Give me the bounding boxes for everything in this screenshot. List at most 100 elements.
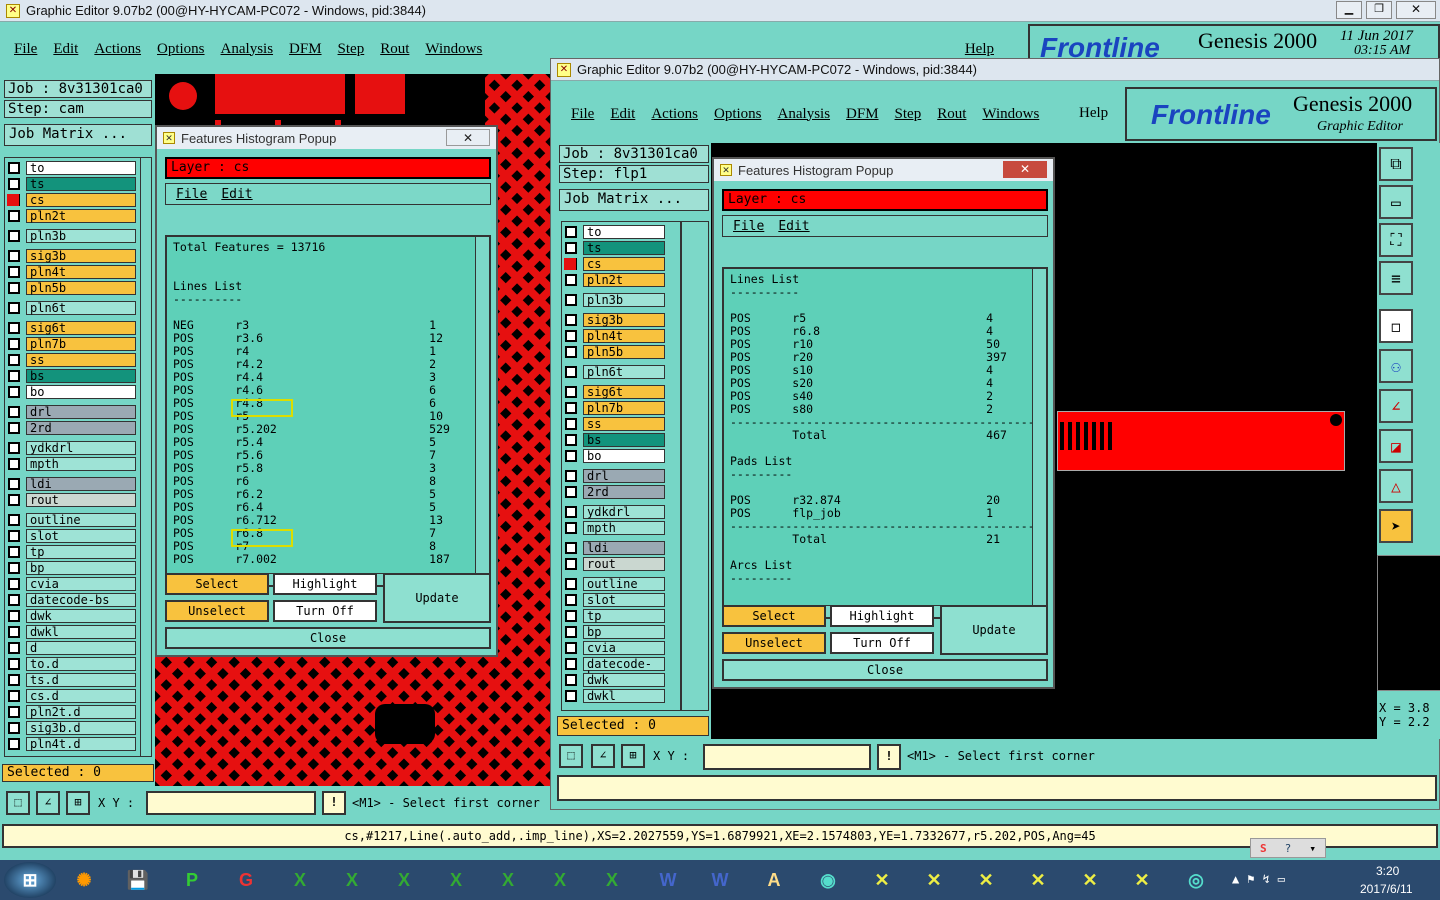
layer-name[interactable]: pln5b xyxy=(26,281,136,295)
layer-name[interactable]: pln6t xyxy=(26,301,136,315)
layer-name[interactable]: dwkl xyxy=(26,625,136,639)
layer-name[interactable]: 2rd xyxy=(26,421,136,435)
taskbar-p-app-icon[interactable]: P xyxy=(172,862,212,898)
layer-name[interactable]: ldi xyxy=(583,541,665,555)
popup-right-highlight-button[interactable]: Highlight xyxy=(830,605,934,627)
layer-name[interactable]: rout xyxy=(583,557,665,571)
popup-left-menu-file[interactable]: File xyxy=(176,187,207,202)
layer-name[interactable]: sig6t xyxy=(583,385,665,399)
layer-row-sig3b.d[interactable]: sig3b.d xyxy=(5,720,141,736)
grid-icon[interactable]: ⊞ xyxy=(66,791,90,815)
layer-name[interactable]: dwkl xyxy=(583,689,665,703)
layer-checkbox[interactable] xyxy=(565,642,577,654)
layer-row-dwkl[interactable]: dwkl xyxy=(5,624,141,640)
popup-left-close-button[interactable]: Close xyxy=(165,627,491,649)
layer-checkbox[interactable] xyxy=(565,674,577,686)
second-xy-input[interactable] xyxy=(703,744,871,770)
zoom-area-icon[interactable]: ⬚ xyxy=(6,791,30,815)
layer-name[interactable]: ss xyxy=(583,417,665,431)
popup-right-listbox[interactable]: Lines List ---------- POS r5 4 POS r6.8 … xyxy=(722,267,1048,619)
taskbar-save-icon[interactable]: 💾 xyxy=(118,862,158,898)
menu-icon[interactable]: ▾ xyxy=(1309,842,1316,855)
layer-name[interactable]: d xyxy=(26,641,136,655)
layer-checkbox[interactable] xyxy=(8,386,20,398)
tool-net-icon[interactable]: ⚇ xyxy=(1379,349,1413,383)
layer-row-mpth[interactable]: mpth xyxy=(562,520,680,536)
menu-actions[interactable]: Actions xyxy=(94,41,141,58)
tool-triangle-icon[interactable]: △ xyxy=(1379,469,1413,503)
layer-name[interactable]: ldi xyxy=(26,477,136,491)
layer-row-ts[interactable]: ts xyxy=(562,240,680,256)
layer-name[interactable]: tp xyxy=(583,609,665,623)
layer-checkbox[interactable] xyxy=(565,418,577,430)
layer-name[interactable]: pln3b xyxy=(583,293,665,307)
layer-row-2rd[interactable]: 2rd xyxy=(5,420,141,436)
taskbar-excel-icon-6[interactable]: X xyxy=(540,862,580,898)
layer-row-bs[interactable]: bs xyxy=(562,432,680,448)
popup-right-turn-off-button[interactable]: Turn Off xyxy=(830,632,934,654)
menu-file[interactable]: File xyxy=(14,41,37,58)
layer-name[interactable]: pln3b xyxy=(26,229,136,243)
layer-checkbox[interactable] xyxy=(565,506,577,518)
layer-row-sig6t[interactable]: sig6t xyxy=(562,384,680,400)
layer-checkbox[interactable] xyxy=(565,594,577,606)
tool-select-icon[interactable]: ◻ xyxy=(1379,309,1413,343)
layer-checkbox[interactable] xyxy=(8,642,20,654)
layer-name[interactable]: bo xyxy=(583,449,665,463)
menu-edit[interactable]: Edit xyxy=(53,41,78,58)
popup-right-close-button[interactable]: Close xyxy=(722,659,1048,681)
layer-row-ydkdrl[interactable]: ydkdrl xyxy=(562,504,680,520)
second-menu-windows[interactable]: Windows xyxy=(982,106,1039,123)
taskbar-genesis-icon-1[interactable]: ✕ xyxy=(862,862,902,898)
tool-frame-icon[interactable]: ▭ xyxy=(1379,185,1413,219)
layer-name[interactable]: to xyxy=(26,161,136,175)
layer-row-bo[interactable]: bo xyxy=(5,384,141,400)
taskbar-word-icon-1[interactable]: W xyxy=(648,862,688,898)
taskbar-word-icon-2[interactable]: W xyxy=(700,862,740,898)
layer-row-drl[interactable]: drl xyxy=(562,468,680,484)
input-method-bar[interactable]: S ? ▾ xyxy=(1250,838,1326,858)
main-job-matrix-button[interactable]: Job Matrix ... xyxy=(4,124,152,146)
help-icon[interactable]: ? xyxy=(1285,842,1292,855)
second-measure-icon[interactable]: ∠ xyxy=(591,744,615,768)
layer-checkbox[interactable] xyxy=(8,546,20,558)
taskbar-tray-app-icon[interactable]: ◎ xyxy=(1176,862,1216,898)
xy-input[interactable] xyxy=(146,791,316,815)
taskbar-excel-icon-4[interactable]: X xyxy=(436,862,476,898)
layer-checkbox[interactable] xyxy=(8,562,20,574)
taskbar-genesis-icon-2[interactable]: ✕ xyxy=(914,862,954,898)
layer-checkbox[interactable] xyxy=(565,690,577,702)
layer-checkbox[interactable] xyxy=(8,738,20,750)
layer-checkbox[interactable] xyxy=(8,530,20,542)
layer-row-to[interactable]: to xyxy=(5,160,141,176)
layer-row-rout[interactable]: rout xyxy=(562,556,680,572)
second-grid-icon[interactable]: ⊞ xyxy=(621,744,645,768)
start-button-icon[interactable]: ⊞ xyxy=(4,862,56,898)
layer-row-slot[interactable]: slot xyxy=(562,592,680,608)
layer-checkbox[interactable] xyxy=(565,450,577,462)
layer-name[interactable]: to.d xyxy=(26,657,136,671)
layer-row-pln4t[interactable]: pln4t xyxy=(5,264,141,280)
popup-left-vscroll[interactable] xyxy=(475,237,489,585)
tool-pointer-icon[interactable]: ➤ xyxy=(1379,509,1413,543)
layer-checkbox[interactable] xyxy=(8,370,20,382)
layer-row-bp[interactable]: bp xyxy=(562,624,680,640)
layer-name[interactable]: to xyxy=(583,225,665,239)
layer-name[interactable]: ts xyxy=(583,241,665,255)
second-menu-options[interactable]: Options xyxy=(714,106,762,123)
tool-angle-icon[interactable]: ∠ xyxy=(1379,389,1413,423)
layer-checkbox[interactable] xyxy=(8,674,20,686)
layer-row-d[interactable]: d xyxy=(5,640,141,656)
layer-row-dwk[interactable]: dwk xyxy=(5,608,141,624)
tool-fit-icon[interactable]: ⛶ xyxy=(1379,223,1413,257)
second-menu-file[interactable]: File xyxy=(571,106,594,123)
layer-row-slot[interactable]: slot xyxy=(5,528,141,544)
layer-row-sig3b[interactable]: sig3b xyxy=(562,312,680,328)
layer-name[interactable]: ydkdrl xyxy=(583,505,665,519)
layer-checkbox[interactable] xyxy=(565,294,577,306)
popup-right-close-icon[interactable]: ✕ xyxy=(1003,161,1047,178)
measure-icon[interactable]: ∠ xyxy=(36,791,60,815)
layer-checkbox[interactable] xyxy=(8,210,20,222)
taskbar-excel-icon-2[interactable]: X xyxy=(332,862,372,898)
layer-row-pln6t[interactable]: pln6t xyxy=(562,364,680,380)
